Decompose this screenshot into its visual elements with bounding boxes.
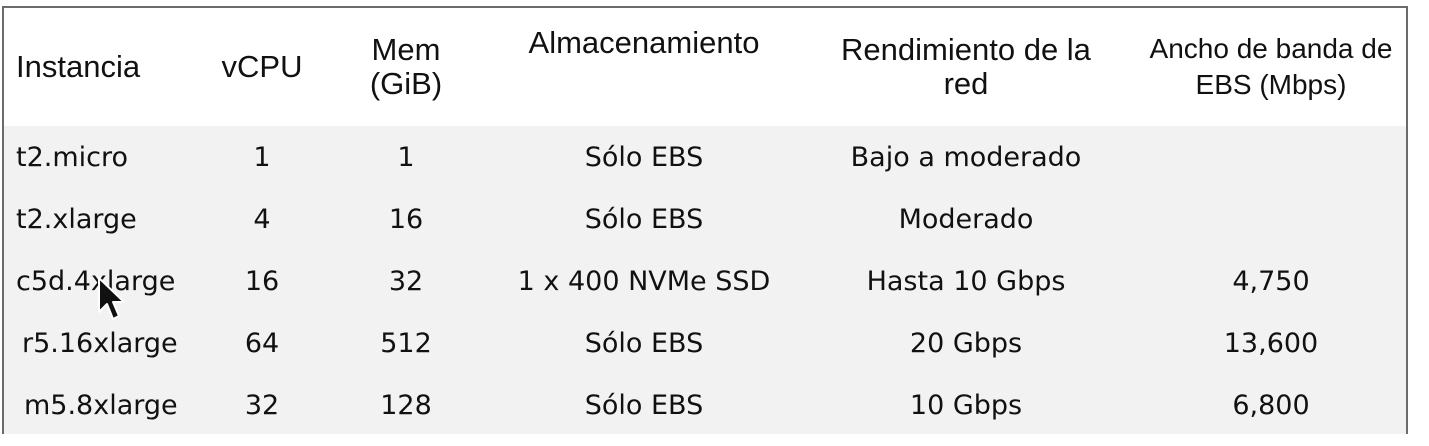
- cell-ebs: 4,750: [1232, 265, 1310, 297]
- cell-instancia: t2.xlarge: [16, 203, 137, 235]
- cell-mem: 1: [397, 141, 415, 173]
- cell-vcpu: 1: [253, 141, 271, 173]
- header-instancia: Instancia: [16, 48, 141, 84]
- cell-mem: 16: [388, 203, 424, 235]
- cell-ebs: 13,600: [1223, 327, 1319, 359]
- cell-rendimiento: Moderado: [898, 203, 1034, 235]
- header-almacenamiento: Almacenamiento: [528, 25, 760, 60]
- cell-instancia: m5.8xlarge: [24, 389, 178, 421]
- cell-vcpu: 32: [244, 389, 280, 421]
- cell-almacenamiento: Sólo EBS: [584, 203, 704, 235]
- header-mem: Mem (GiB): [369, 31, 443, 101]
- header-rendimiento-red: Rendimiento de la red: [841, 31, 1091, 101]
- cell-mem: 512: [380, 327, 432, 359]
- cell-ebs: 6,800: [1232, 389, 1310, 421]
- cell-almacenamiento: 1 x 400 NVMe SSD: [517, 265, 771, 297]
- cell-rendimiento: 10 Gbps: [909, 389, 1023, 421]
- cell-rendimiento: Hasta 10 Gbps: [866, 265, 1066, 297]
- cell-mem: 128: [380, 389, 432, 421]
- mouse-pointer-icon: [98, 277, 125, 320]
- cell-almacenamiento: Sólo EBS: [584, 327, 704, 359]
- instance-table: Instancia vCPU Mem (GiB) Almacenamiento …: [2, 6, 1408, 434]
- cell-rendimiento: Bajo a moderado: [850, 141, 1082, 173]
- cell-vcpu: 4: [253, 203, 271, 235]
- cell-ebs: [1136, 126, 1406, 188]
- table-body: t2.micro 1 1 Sólo EBS Bajo a moderado t2…: [4, 126, 1406, 434]
- cell-almacenamiento: Sólo EBS: [584, 389, 704, 421]
- table-header: Instancia vCPU Mem (GiB) Almacenamiento …: [4, 8, 1406, 126]
- header-vcpu: vCPU: [221, 48, 303, 84]
- cell-vcpu: 16: [244, 265, 280, 297]
- cell-rendimiento: 20 Gbps: [909, 327, 1023, 359]
- cell-instancia: t2.micro: [16, 141, 129, 173]
- cell-ebs: [1136, 188, 1406, 250]
- cell-mem: 32: [388, 265, 424, 297]
- cell-vcpu: 64: [244, 327, 280, 359]
- header-ancho-banda-ebs: Ancho de banda de EBS (Mbps): [1149, 32, 1393, 100]
- cell-almacenamiento: Sólo EBS: [584, 141, 704, 173]
